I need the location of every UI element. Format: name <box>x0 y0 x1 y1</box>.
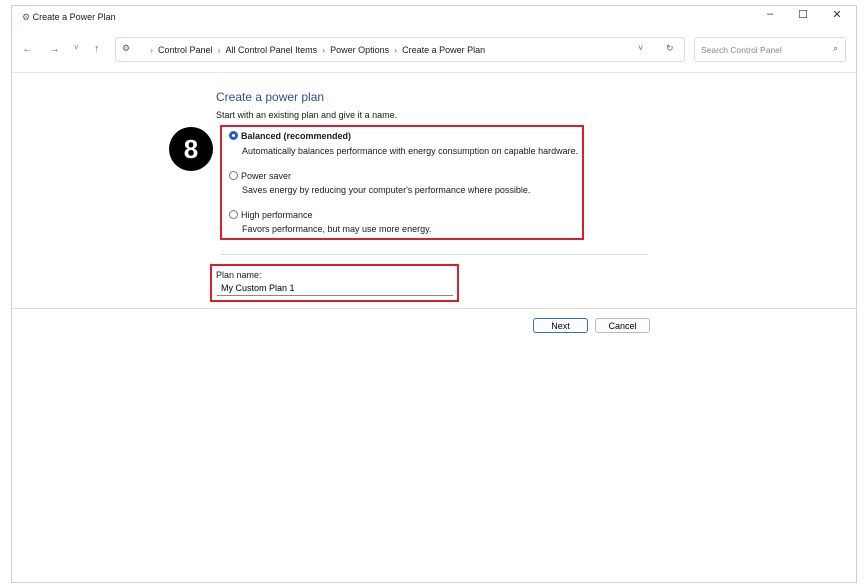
address-bar[interactable]: ⚙ › Control Panel › All Control Panel Items… <box>115 37 685 62</box>
crumb-power-options[interactable]: Power Options <box>330 45 389 55</box>
breadcrumb: › Control Panel › All Control Panel Items › P… <box>150 45 486 55</box>
option-description: Favors performance, but may use more ene… <box>242 224 432 234</box>
option-description: Saves energy by reducing your computer's… <box>242 185 531 195</box>
divider <box>220 254 648 255</box>
app-icon: ⚙ <box>22 12 31 22</box>
radio-balanced[interactable]: Balanced (recommended) <box>229 131 351 141</box>
crumb-control-panel[interactable]: Control Panel <box>158 45 213 55</box>
radio-power-saver[interactable]: Power saver <box>229 171 291 181</box>
plan-name-input[interactable] <box>217 281 453 296</box>
radio-high-performance[interactable]: High performance <box>229 210 313 220</box>
divider <box>11 308 857 309</box>
cancel-button[interactable]: Cancel <box>595 318 650 333</box>
up-icon[interactable]: ↑ <box>94 43 100 55</box>
crumb-all-items[interactable]: All Control Panel Items <box>226 45 318 55</box>
window-title: ⚙ Create a Power Plan <box>22 12 116 22</box>
dropdown-chevron-icon[interactable]: ˅ <box>638 43 643 53</box>
option-description: Automatically balances performance with … <box>242 146 579 156</box>
page-title: Create a power plan <box>216 90 325 104</box>
minimize-button[interactable]: – <box>755 8 785 20</box>
next-button[interactable]: Next <box>533 318 588 333</box>
recent-chevron-icon[interactable]: ˅ <box>74 43 79 52</box>
plan-name-label: Plan name: <box>216 270 262 280</box>
close-button[interactable]: ✕ <box>822 8 852 21</box>
control-panel-icon: ⚙ <box>122 43 131 53</box>
plan-options: Balanced (recommended) Automatically bal… <box>220 125 584 240</box>
plan-name-group: Plan name: <box>210 264 459 302</box>
refresh-icon[interactable]: ↻ <box>666 43 674 54</box>
intro-text: Start with an existing plan and give it … <box>216 110 398 120</box>
forward-icon[interactable]: → <box>49 43 60 55</box>
crumb-current[interactable]: Create a Power Plan <box>402 45 485 55</box>
step-badge: 8 <box>169 127 213 171</box>
search-input[interactable]: Search Control Panel ⌕ <box>694 37 846 62</box>
maximize-button[interactable]: ☐ <box>788 8 818 21</box>
search-icon[interactable]: ⌕ <box>833 43 838 54</box>
back-icon[interactable]: ← <box>22 43 33 55</box>
divider <box>11 72 857 73</box>
